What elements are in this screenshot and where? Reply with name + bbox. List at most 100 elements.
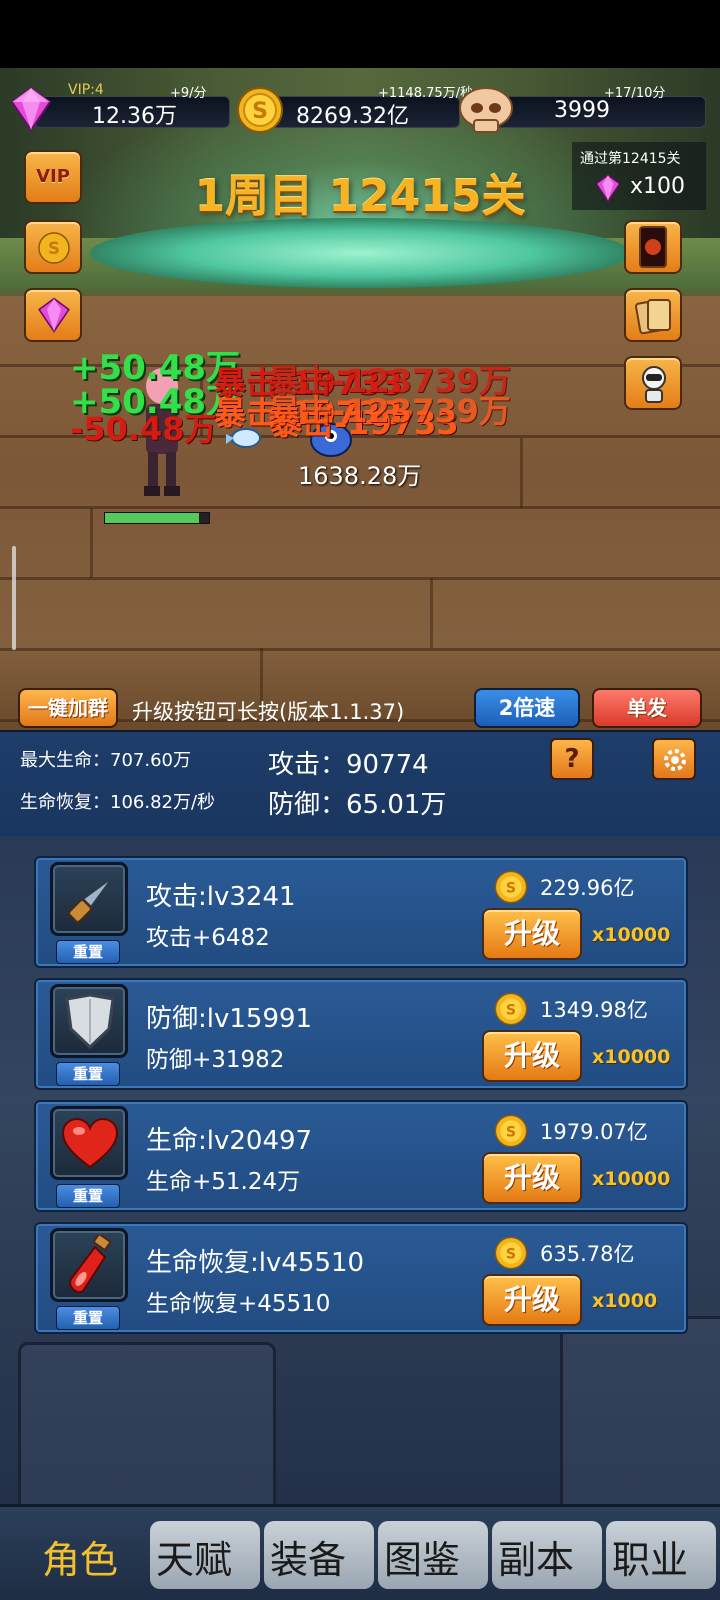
upgrade-cost: 1349.98亿 bbox=[540, 998, 648, 1022]
stage-reward-label: 通过第12415关 bbox=[580, 151, 681, 167]
upgrade-multiplier[interactable]: x10000 bbox=[592, 1046, 670, 1068]
reset-button[interactable]: 重置 bbox=[56, 1062, 120, 1086]
skull-value: 3999 bbox=[554, 98, 610, 123]
damage-float-text: -50.48万 bbox=[70, 410, 217, 448]
svg-text:S: S bbox=[48, 239, 60, 258]
upgrade-bonus: 防御+31982 bbox=[146, 1047, 285, 1073]
upgrade-multiplier[interactable]: x10000 bbox=[592, 924, 670, 946]
regen-stat: 生命恢复：106.82万/秒 bbox=[20, 792, 216, 813]
upgrade-icon-frame bbox=[50, 984, 128, 1058]
skull-icon bbox=[459, 87, 513, 133]
shield-icon bbox=[65, 993, 115, 1050]
skull-rate: +17/10分 bbox=[604, 86, 666, 101]
upgrade-cost: 635.78亿 bbox=[540, 1242, 635, 1266]
svg-text:S: S bbox=[506, 1247, 516, 1263]
status-bar bbox=[0, 0, 720, 68]
upgrade-card-defense: 重置 防御:lv15991 防御+31982 S 1349.98亿 升级 x10… bbox=[34, 978, 688, 1090]
bottom-nav: 角色 天赋 装备 图鉴 副本 职业 bbox=[0, 1504, 720, 1600]
nav-tab-equipment[interactable]: 装备 bbox=[270, 1529, 346, 1584]
nav-tab-character[interactable]: 角色 bbox=[42, 1529, 118, 1584]
gem-icon bbox=[38, 297, 70, 333]
upgrade-bonus: 生命恢复+45510 bbox=[146, 1291, 331, 1317]
potion-icon bbox=[69, 1235, 111, 1293]
nav-tab-codex[interactable]: 图鉴 bbox=[384, 1529, 460, 1584]
dagger-icon bbox=[68, 876, 114, 923]
floor-seam bbox=[90, 508, 93, 578]
card-deck-button[interactable] bbox=[624, 220, 682, 274]
panel-decoration bbox=[560, 1316, 720, 1516]
coin-icon: S bbox=[38, 232, 70, 264]
stage-reward-count: x100 bbox=[630, 174, 686, 199]
floor-seam bbox=[520, 438, 523, 508]
svg-text:S: S bbox=[506, 881, 516, 897]
reset-button[interactable]: 重置 bbox=[56, 1306, 120, 1330]
upgrade-bonus: 攻击+6482 bbox=[146, 925, 270, 951]
control-row: 一键加群 升级按钮可长按(版本1.1.37) 2倍速 单发 bbox=[0, 688, 720, 730]
upgrade-name: 防御:lv15991 bbox=[146, 1004, 313, 1034]
gem-resource: VIP:4 +9/分 12.36万 bbox=[4, 82, 230, 132]
heart-icon bbox=[61, 1117, 119, 1169]
coin-value: 8269.32亿 bbox=[296, 104, 409, 129]
upgrade-multiplier[interactable]: x1000 bbox=[592, 1290, 657, 1312]
robot-button[interactable] bbox=[624, 356, 682, 410]
upgrade-card-hp: 重置 生命:lv20497 生命+51.24万 S 1979.07亿 升级 x1… bbox=[34, 1100, 688, 1212]
vip-level: VIP:4 bbox=[68, 82, 104, 98]
nav-tab-dungeon[interactable]: 副本 bbox=[498, 1529, 574, 1584]
gem-icon bbox=[595, 174, 621, 202]
skull-resource: +17/10分 3999 bbox=[459, 86, 706, 133]
svg-text:S: S bbox=[506, 1125, 516, 1141]
crit-float-text: 暴击-123739万 bbox=[268, 392, 511, 430]
svg-text:S: S bbox=[506, 1003, 516, 1019]
upgrade-button[interactable]: 升级 bbox=[482, 908, 582, 960]
coin-shop-button[interactable]: S bbox=[24, 220, 82, 274]
stage-reward: 通过第12415关 x100 bbox=[572, 142, 706, 210]
scroll-indicator[interactable] bbox=[12, 546, 16, 650]
upgrade-button[interactable]: 升级 bbox=[482, 1030, 582, 1082]
upgrade-bonus: 生命+51.24万 bbox=[146, 1169, 301, 1195]
coin-icon: S bbox=[494, 870, 528, 904]
coin-icon: S bbox=[494, 1236, 528, 1270]
upgrade-button[interactable]: 升级 bbox=[482, 1152, 582, 1204]
coin-icon: S bbox=[237, 87, 283, 133]
upgrade-icon-frame bbox=[50, 1228, 128, 1302]
upgrade-multiplier[interactable]: x10000 bbox=[592, 1168, 670, 1190]
gem-shop-button[interactable] bbox=[24, 288, 82, 342]
upgrade-card-regen: 重置 生命恢复:lv45510 生命恢复+45510 S 635.78亿 升级 … bbox=[34, 1222, 688, 1334]
upgrade-name: 生命:lv20497 bbox=[146, 1126, 313, 1156]
gem-icon bbox=[10, 86, 52, 132]
reset-button[interactable]: 重置 bbox=[56, 1184, 120, 1208]
settings-button[interactable] bbox=[652, 738, 696, 780]
upgrade-card-attack: 重置 攻击:lv3241 攻击+6482 S 229.96亿 升级 x10000 bbox=[34, 856, 688, 968]
upgrade-name: 生命恢复:lv45510 bbox=[146, 1248, 365, 1278]
coin-icon: S bbox=[494, 992, 528, 1026]
floor-seam bbox=[430, 578, 433, 648]
total-damage: 1638.28万 bbox=[298, 462, 422, 490]
speed-button[interactable]: 2倍速 bbox=[474, 688, 580, 728]
coin-resource: S +1148.75万/秒 8269.32亿 bbox=[234, 86, 473, 133]
cards-icon bbox=[635, 299, 671, 335]
help-button[interactable]: ? bbox=[550, 738, 594, 780]
card-icon bbox=[639, 226, 667, 268]
upgrade-icon-frame bbox=[50, 862, 128, 936]
reset-button[interactable]: 重置 bbox=[56, 940, 120, 964]
upgrade-cost: 1979.07亿 bbox=[540, 1120, 648, 1144]
upgrade-tip: 升级按钮可长按(版本1.1.37) bbox=[132, 700, 405, 724]
vip-button[interactable]: VIP bbox=[24, 150, 82, 204]
upgrade-icon-frame bbox=[50, 1106, 128, 1180]
nav-tab-class[interactable]: 职业 bbox=[612, 1529, 688, 1584]
gear-icon bbox=[664, 749, 686, 771]
cards-button[interactable] bbox=[624, 288, 682, 342]
upgrade-button[interactable]: 升级 bbox=[482, 1274, 582, 1326]
fire-mode-button[interactable]: 单发 bbox=[592, 688, 702, 728]
join-group-button[interactable]: 一键加群 bbox=[18, 688, 118, 728]
hero-hp-bar bbox=[104, 512, 210, 524]
coin-icon: S bbox=[494, 1114, 528, 1148]
hero-hp-fill bbox=[105, 513, 199, 523]
nav-tab-talent[interactable]: 天赋 bbox=[156, 1529, 232, 1584]
max-hp-stat: 最大生命：707.60万 bbox=[20, 750, 191, 771]
gem-value: 12.36万 bbox=[92, 104, 177, 129]
upgrade-cost: 229.96亿 bbox=[540, 876, 635, 900]
vip-button-label: VIP bbox=[36, 166, 70, 187]
robot-icon bbox=[642, 366, 666, 403]
defense-stat: 防御：65.01万 bbox=[268, 790, 447, 820]
